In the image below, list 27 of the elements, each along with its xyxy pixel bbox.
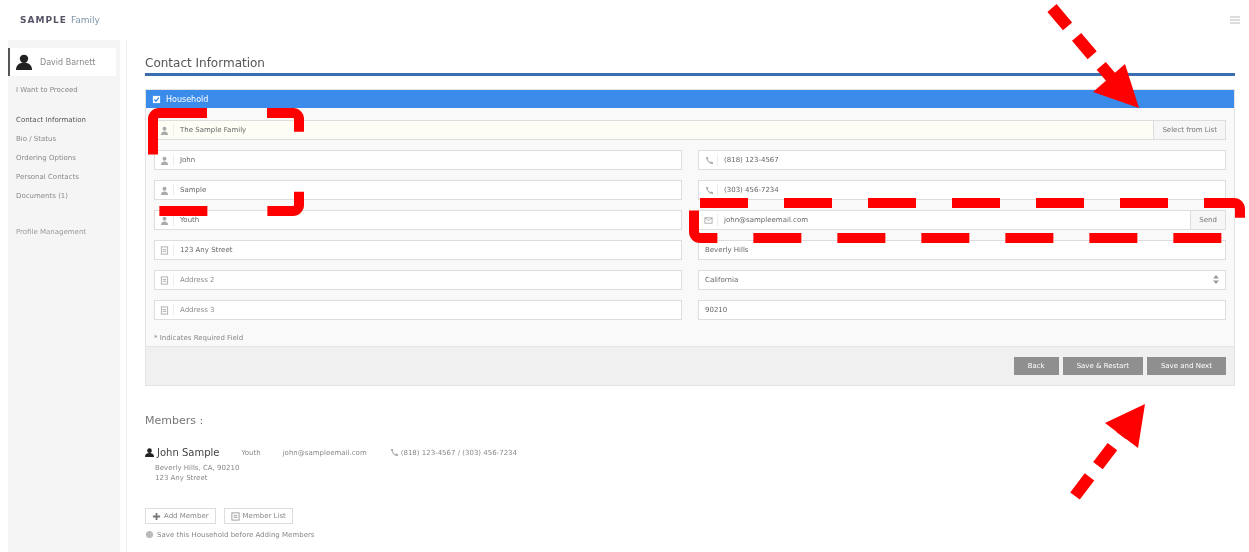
user-name: David Barnett — [40, 57, 96, 67]
logo-text: SAMPLE — [20, 15, 67, 25]
section-title: Members : — [145, 414, 205, 427]
checkbox-icon — [152, 94, 161, 104]
user-card[interactable]: David Barnett — [8, 48, 116, 76]
logo-subtitle: Family — [70, 15, 100, 25]
panel-title: Household — [166, 94, 209, 104]
envelope-icon — [703, 215, 713, 225]
person-icon — [159, 215, 169, 225]
dropdown-caret-icon — [1213, 274, 1219, 284]
person-icon — [159, 155, 169, 165]
menu-icon[interactable] — [1229, 15, 1241, 25]
info-icon — [145, 530, 154, 539]
plus-icon — [152, 511, 161, 521]
address-card-icon — [159, 305, 169, 315]
address-card-icon — [159, 245, 169, 255]
page-title: Contact Information — [145, 56, 1235, 76]
member-name[interactable]: John Sample — [157, 447, 220, 458]
phone-icon — [388, 448, 398, 457]
address-card-icon — [159, 275, 169, 285]
list-icon — [230, 511, 240, 521]
phone-icon — [703, 155, 713, 165]
person-icon — [16, 54, 32, 70]
person-icon — [159, 185, 169, 195]
person-icon — [159, 125, 169, 135]
phone-icon — [703, 185, 713, 195]
person-icon — [145, 448, 154, 457]
